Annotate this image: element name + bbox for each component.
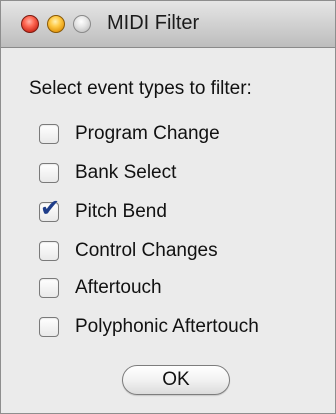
polyphonic-aftertouch-checkbox[interactable] bbox=[39, 317, 59, 337]
option-pitch-bend[interactable]: ✔ Pitch Bend bbox=[39, 196, 329, 226]
option-aftertouch[interactable]: Aftertouch bbox=[39, 274, 329, 302]
control-changes-label: Control Changes bbox=[75, 240, 218, 261]
program-change-checkbox[interactable] bbox=[39, 124, 59, 144]
option-control-changes[interactable]: Control Changes bbox=[39, 237, 329, 265]
title-bar[interactable]: MIDI Filter bbox=[1, 1, 335, 48]
close-icon[interactable] bbox=[21, 15, 39, 33]
midi-filter-window: MIDI Filter Select event types to filter… bbox=[0, 0, 336, 414]
aftertouch-label: Aftertouch bbox=[75, 277, 162, 298]
window-title: MIDI Filter bbox=[107, 12, 200, 34]
zoom-icon[interactable] bbox=[73, 15, 91, 33]
option-program-change[interactable]: Program Change bbox=[39, 120, 329, 148]
option-polyphonic-aftertouch[interactable]: Polyphonic Aftertouch bbox=[39, 313, 329, 341]
bank-select-label: Bank Select bbox=[75, 162, 177, 183]
program-change-label: Program Change bbox=[75, 123, 220, 144]
pitch-bend-checkbox[interactable]: ✔ bbox=[39, 196, 60, 222]
ok-button[interactable]: OK bbox=[122, 365, 230, 395]
bank-select-checkbox[interactable] bbox=[39, 163, 59, 183]
pitch-bend-label: Pitch Bend bbox=[75, 201, 167, 222]
prompt-label: Select event types to filter: bbox=[29, 78, 252, 99]
option-bank-select[interactable]: Bank Select bbox=[39, 159, 329, 187]
dialog-content: Select event types to filter: Program Ch… bbox=[1, 48, 335, 413]
minimize-icon[interactable] bbox=[47, 15, 65, 33]
aftertouch-checkbox[interactable] bbox=[39, 278, 59, 298]
polyphonic-aftertouch-label: Polyphonic Aftertouch bbox=[75, 316, 259, 337]
control-changes-checkbox[interactable] bbox=[39, 241, 59, 261]
checkmark-icon: ✔ bbox=[40, 194, 61, 222]
